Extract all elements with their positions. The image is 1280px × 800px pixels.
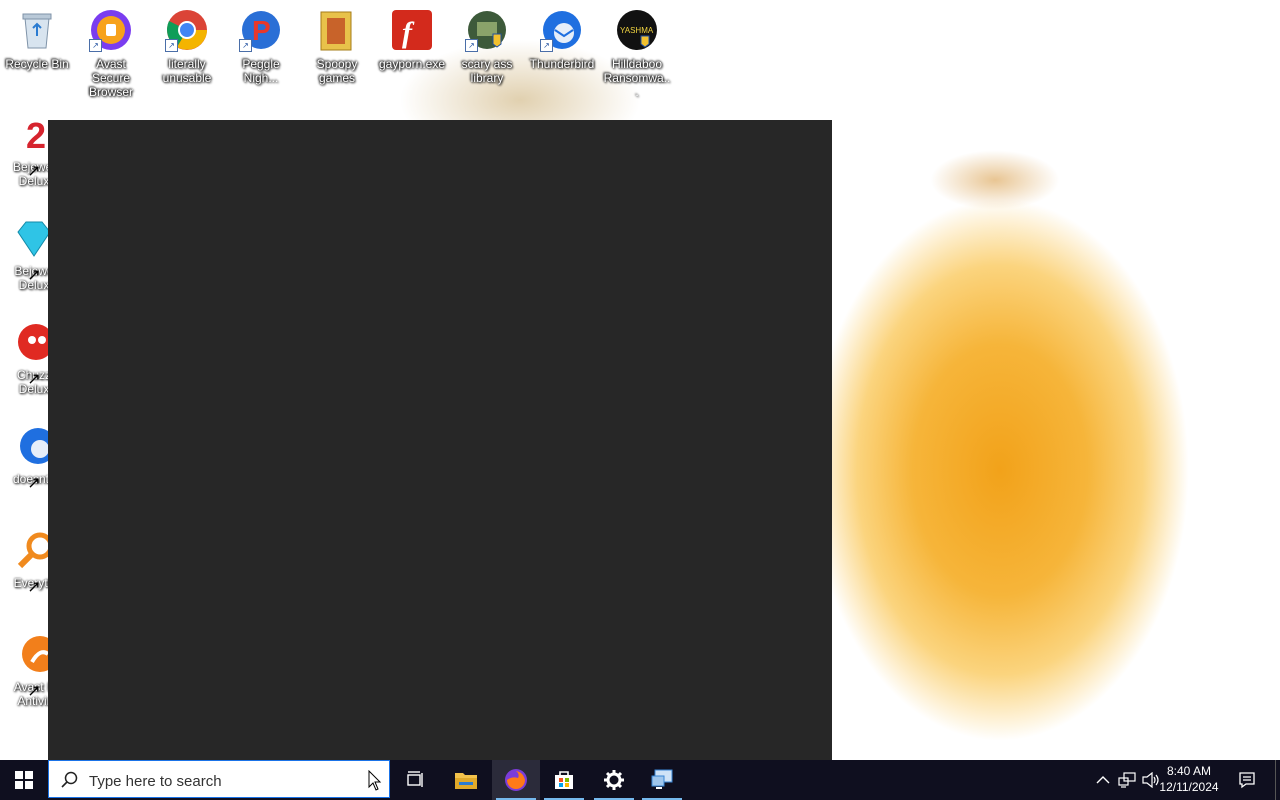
desktop-icon-label: scary ass library [461,57,513,85]
wallpaper-detail [930,150,1060,210]
flash-icon: f [390,8,434,52]
folder-icon [315,8,359,52]
shortcut-arrow-icon: ↗ [165,39,178,52]
desktop-icon-label: Spoopy games [316,57,358,85]
thunderbird-icon: ↗ [540,8,584,52]
shortcut-arrow-icon: ↗ [27,579,41,596]
shortcut-arrow-icon: ↗ [239,39,252,52]
system-clock[interactable]: 8:40 AM 12/11/2024 [1154,763,1224,795]
svg-text:2: 2 [26,115,46,156]
shortcut-arrow-icon: ↗ [27,371,41,388]
clock-time: 8:40 AM [1166,764,1212,778]
store-icon [555,771,573,789]
task-view-icon [407,771,423,787]
action-center-button[interactable] [1237,770,1257,790]
library-icon: ↗ [465,8,509,52]
desktop-icon-gayporn-exe[interactable]: f gayporn.exe [377,8,447,71]
shortcut-arrow-icon: ↗ [27,683,41,700]
desktop-icon-label: Avast Secure Browser [88,57,133,99]
windows-logo-icon [15,771,33,789]
microsoft-store-button[interactable] [540,760,588,800]
blank-app-window[interactable] [48,120,832,760]
chrome-icon: ↗ [165,8,209,52]
settings-button[interactable] [590,760,638,800]
show-desktop-button[interactable] [1275,760,1280,800]
chevron-up-icon [1096,776,1110,784]
desktop-icon-peggle-nights[interactable]: P ↗ Peggle Nigh... [226,8,296,85]
desktop-icon-label: Hilldaboo Ransomwa... [603,57,671,99]
shortcut-arrow-icon: ↗ [465,39,478,52]
shortcut-arrow-icon: ↗ [89,39,102,52]
desktop-icon-label: Peggle Nigh... [242,57,280,85]
taskbar: 8:40 AM 12/11/2024 [0,760,1280,800]
remote-desktop-button[interactable] [638,760,686,800]
mouse-cursor-icon [368,770,382,791]
task-view-button[interactable] [392,760,440,800]
folder-icon [455,773,477,789]
desktop-icon-label: Recycle Bin [5,57,69,71]
desktop-icon-recycle-bin[interactable]: Recycle Bin [2,8,72,71]
file-explorer-button[interactable] [442,760,490,800]
clock-date: 12/11/2024 [1159,780,1219,794]
desktop-icon-label: gayporn.exe [378,57,446,71]
desktop-icon-literally-unusable[interactable]: ↗ literally unusable [152,8,222,85]
svg-text:YASHMA: YASHMA [620,26,654,35]
desktop-icon-hilldaboo-ransomware[interactable]: YASHMA Hilldaboo Ransomwa... [602,8,672,99]
svg-text:P: P [252,15,271,46]
peggle-icon: P ↗ [239,8,283,52]
recycle-bin-icon [15,8,59,52]
firefox-icon [505,769,527,791]
desktop-icon-label: Thunderbird [529,57,595,71]
desktop-icon-avast-secure-browser[interactable]: ↗ Avast Secure Browser [76,8,146,99]
avast-browser-icon: ↗ [89,8,133,52]
desktop-icon-scary-ass-library[interactable]: ↗ scary ass library [452,8,522,85]
gear-icon [604,770,624,790]
desktop-icon-label: literally unusable [162,57,212,85]
network-icon [1118,772,1136,788]
remote-desktop-icon [651,769,673,789]
firefox-button[interactable] [492,760,540,800]
shortcut-arrow-icon: ↗ [27,163,41,180]
shortcut-arrow-icon: ↗ [27,475,41,492]
desktop-icon-spoopy-games[interactable]: Spoopy games [302,8,372,85]
show-hidden-icons-button[interactable] [1093,770,1113,790]
notification-icon [1239,772,1255,789]
shortcut-arrow-icon: ↗ [27,267,41,284]
start-button[interactable] [0,760,48,800]
yashma-icon: YASHMA [615,8,659,52]
search-icon [61,771,78,788]
network-button[interactable] [1117,770,1137,790]
desktop-icon-thunderbird[interactable]: ↗ Thunderbird [527,8,597,71]
taskbar-search-box[interactable] [48,760,390,798]
search-input[interactable] [87,767,371,795]
shortcut-arrow-icon: ↗ [540,39,553,52]
